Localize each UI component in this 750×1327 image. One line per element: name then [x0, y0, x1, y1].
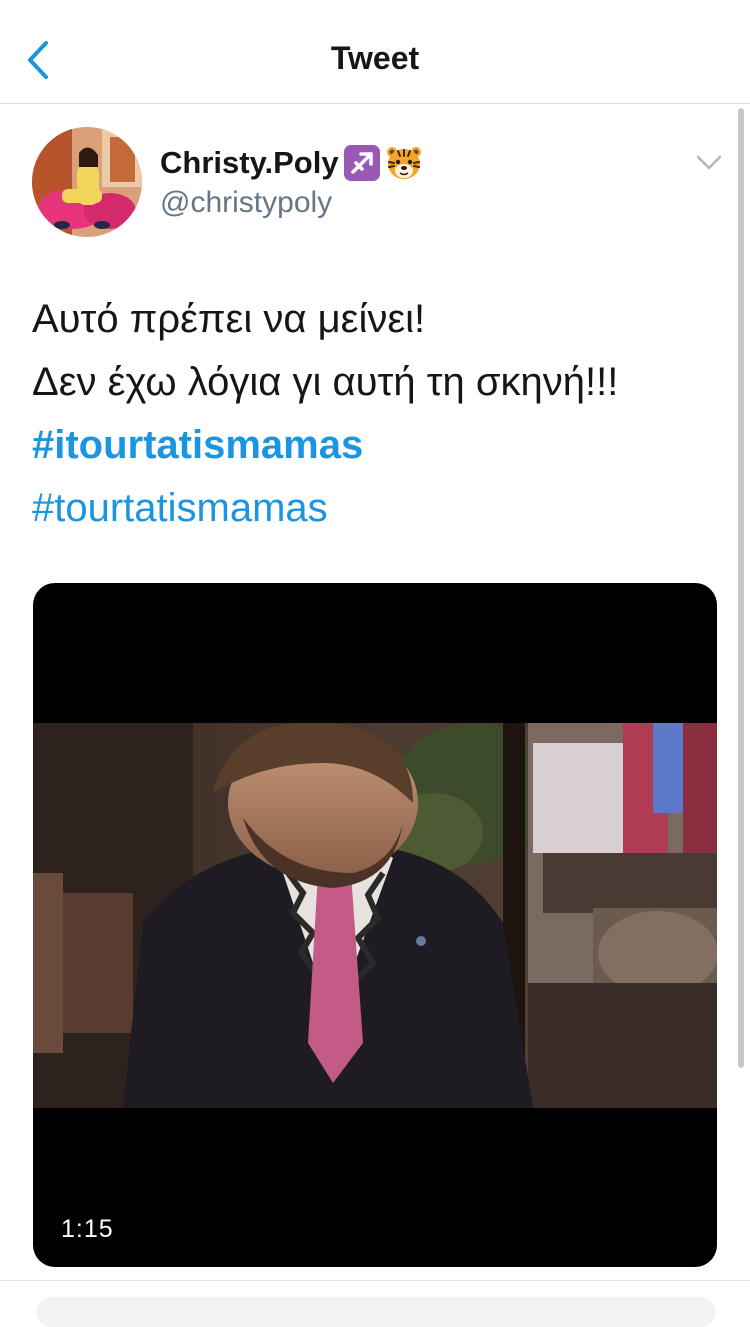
display-name: Christy.Poly [160, 145, 339, 180]
user-handle[interactable]: @christypoly [160, 186, 332, 220]
page-title: Tweet [330, 40, 420, 76]
top-nav-bar: Tweet [0, 0, 750, 104]
tweet-text-line: Αυτό πρέπει να μείνει! [32, 297, 426, 341]
avatar[interactable] [32, 127, 142, 237]
tweet-menu-button[interactable] [695, 150, 723, 174]
video-duration: 1:15 [61, 1215, 114, 1243]
divider [0, 1280, 750, 1281]
tiger-face-icon [386, 147, 421, 179]
tweet-text: Αυτό πρέπει να μείνει! Δεν έχω λόγια γι … [32, 288, 732, 540]
tweet-text-line: Δεν έχω λόγια γι αυτή τη σκηνή!!! [32, 360, 619, 404]
sagittarius-icon [343, 145, 380, 181]
video-player[interactable]: 1:15 [33, 583, 717, 1267]
display-name-row[interactable]: Christy.Poly [160, 143, 423, 183]
chevron-down-icon [696, 155, 722, 170]
hashtag-link[interactable]: #tourtatismamas [32, 477, 328, 540]
scrollbar[interactable] [738, 108, 744, 1068]
avatar-image [32, 127, 142, 237]
video-thumbnail [33, 723, 717, 1108]
next-content-peek [36, 1297, 716, 1327]
hashtag-link[interactable]: #itourtatismamas [32, 414, 363, 477]
